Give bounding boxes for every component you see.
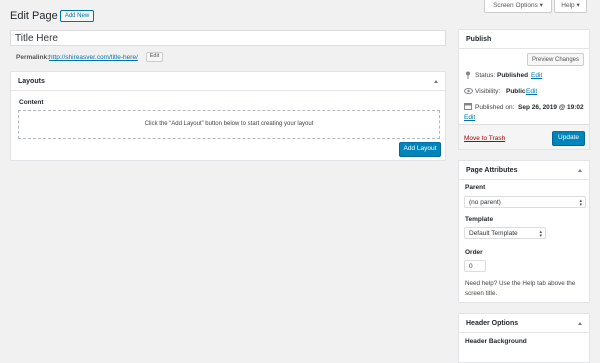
order-label: Order bbox=[465, 249, 483, 256]
layouts-panel-header[interactable]: Layouts bbox=[11, 72, 445, 91]
empty-layout-message: Click the “Add Layout” button below to s… bbox=[144, 121, 314, 127]
published-value: Sep 26, 2019 @ 19:02 bbox=[518, 104, 584, 111]
select-arrows-icon: ▴ ▾ bbox=[579, 198, 582, 208]
header-background-label: Header Background bbox=[465, 338, 527, 345]
preview-changes-button[interactable]: Preview Changes bbox=[527, 53, 584, 66]
parent-select[interactable]: (no parent) ▴ ▾ bbox=[464, 196, 586, 208]
published-label: Published on: bbox=[475, 104, 515, 111]
header-options-panel: Header Options Header Background bbox=[458, 313, 590, 363]
visibility-label: Visibility: bbox=[475, 88, 501, 95]
update-button[interactable]: Update bbox=[552, 131, 585, 146]
content-label: Content bbox=[19, 99, 44, 106]
layouts-panel: Layouts Content Click the “Add Layout” b… bbox=[10, 71, 446, 161]
status-label: Status: bbox=[475, 72, 496, 79]
collapse-caret-icon[interactable] bbox=[578, 169, 582, 172]
title-input[interactable]: Title Here bbox=[10, 30, 446, 46]
help-text-line2: screen title. bbox=[465, 290, 498, 297]
header-options-title: Header Options bbox=[466, 320, 519, 327]
permalink-label: Permalink: bbox=[16, 54, 50, 61]
collapse-caret-icon[interactable] bbox=[578, 322, 582, 325]
move-to-trash-link[interactable]: Move to Trash bbox=[464, 135, 505, 142]
permalink-link[interactable]: http://shireasver.com/title-here/ bbox=[49, 54, 138, 61]
permalink-edit-button[interactable]: Edit bbox=[146, 52, 163, 62]
page-title: Edit Page bbox=[10, 10, 58, 22]
pin-icon bbox=[465, 71, 471, 81]
help-text-line1: Need help? Use the Help tab above the bbox=[465, 280, 576, 287]
title-input-value: Title Here bbox=[15, 33, 58, 44]
publish-panel: Publish Preview Changes Status: Publishe… bbox=[458, 29, 590, 150]
layouts-title: Layouts bbox=[18, 78, 45, 85]
page-attributes-header[interactable]: Page Attributes bbox=[459, 161, 589, 180]
template-label: Template bbox=[465, 216, 494, 223]
select-arrows-icon: ▴ ▾ bbox=[539, 229, 542, 239]
page-attributes-title: Page Attributes bbox=[466, 167, 518, 174]
screen-options-button[interactable]: Screen Options ▾ bbox=[484, 0, 552, 13]
add-new-button[interactable]: Add New bbox=[60, 10, 94, 22]
collapse-caret-icon[interactable] bbox=[434, 80, 438, 83]
publish-actions: Move to Trash Update bbox=[459, 124, 589, 149]
eye-icon bbox=[464, 88, 473, 96]
help-button[interactable]: Help ▾ bbox=[554, 0, 587, 13]
header-options-header[interactable]: Header Options bbox=[459, 314, 589, 333]
order-input-value: 0 bbox=[469, 262, 473, 270]
publish-panel-header[interactable]: Publish bbox=[459, 30, 589, 49]
visibility-edit-link[interactable]: Edit bbox=[526, 88, 537, 95]
order-input[interactable]: 0 bbox=[464, 260, 486, 272]
status-edit-link[interactable]: Edit bbox=[531, 72, 542, 79]
published-edit-link[interactable]: Edit bbox=[464, 114, 475, 121]
calendar-icon bbox=[464, 102, 472, 112]
parent-label: Parent bbox=[465, 184, 486, 191]
template-select-value: Default Template bbox=[469, 229, 518, 237]
visibility-value: Public bbox=[506, 88, 526, 95]
parent-select-value: (no parent) bbox=[469, 198, 501, 206]
publish-title: Publish bbox=[466, 36, 492, 43]
layout-drop-zone: Click the “Add Layout” button below to s… bbox=[18, 110, 440, 139]
page-attributes-panel: Page Attributes Parent (no parent) ▴ ▾ Te… bbox=[458, 160, 590, 303]
template-select[interactable]: Default Template ▴ ▾ bbox=[464, 227, 546, 239]
add-layout-button[interactable]: Add Layout bbox=[399, 142, 441, 157]
status-value: Published bbox=[497, 72, 529, 79]
